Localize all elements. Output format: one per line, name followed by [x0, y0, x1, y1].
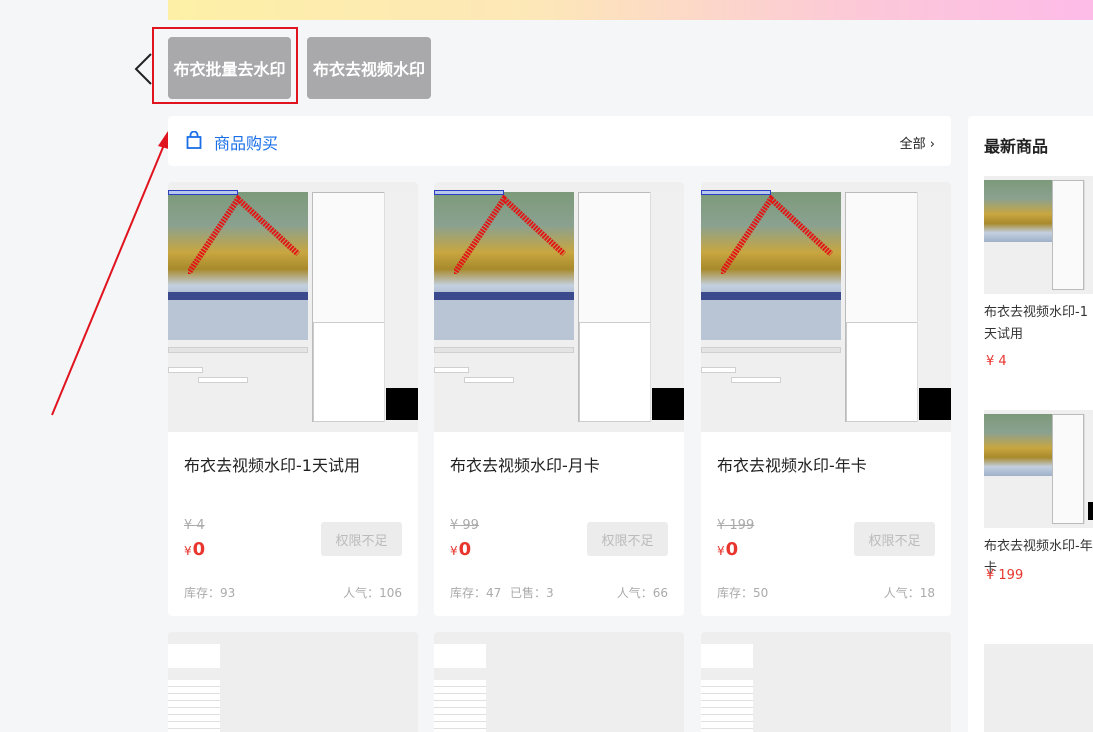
product-card[interactable]: 布衣去视频水印-1天试用 ¥ 4 ¥0 权限不足 库存：93 人气：106 [168, 182, 418, 616]
current-price: ¥0 [717, 539, 738, 560]
annotation-highlight-box [152, 27, 298, 104]
latest-product-thumbnail[interactable] [984, 410, 1093, 528]
price-value: 0 [458, 539, 472, 560]
popularity-count: 人气：18 [883, 586, 935, 600]
popularity-count: 人气：106 [343, 586, 402, 600]
product-card[interactable] [701, 632, 951, 732]
shopping-bag-icon [186, 131, 202, 149]
stock-count: 库存：93 [184, 586, 236, 600]
popularity-count: 人气：66 [616, 586, 668, 600]
latest-products-title: 最新商品 [984, 137, 1049, 156]
product-section-header: 商品购买 全部 › [168, 116, 951, 166]
sold-count: 已售：3 [510, 586, 554, 600]
product-thumbnail [701, 644, 753, 668]
currency-symbol: ¥ [450, 544, 458, 558]
buy-button-disabled[interactable]: 权限不足 [321, 522, 402, 556]
original-price: ¥ 199 [717, 518, 755, 533]
latest-product-name[interactable]: 布衣去视频水印-1天试用 [984, 302, 1093, 346]
buy-button-disabled[interactable]: 权限不足 [854, 522, 935, 556]
category-tab-video-watermark[interactable]: 布衣去视频水印 [307, 37, 431, 99]
buy-button-disabled[interactable]: 权限不足 [587, 522, 668, 556]
original-price: ¥ 4 [184, 518, 205, 533]
latest-product-thumbnail[interactable] [984, 176, 1093, 294]
view-all-link[interactable]: 全部 › [900, 133, 935, 152]
product-card[interactable]: 布衣去视频水印-月卡 ¥ 99 ¥0 权限不足 库存：47 已售：3 人气：66 [434, 182, 684, 616]
product-thumbnail [701, 182, 951, 432]
product-thumbnail [434, 644, 486, 668]
latest-products-panel: 最新商品 布衣去视频水印-1天试用 ¥ 4 布衣去视频水印-年卡 ¥ 199 [968, 116, 1093, 732]
latest-product-price: ¥ 4 [986, 354, 1007, 369]
current-price: ¥0 [184, 539, 205, 560]
product-thumbnail [168, 182, 418, 432]
product-thumbnail [168, 644, 220, 668]
section-title: 商品购买 [214, 134, 279, 153]
product-card[interactable] [434, 632, 684, 732]
original-price: ¥ 99 [450, 518, 479, 533]
currency-symbol: ¥ [184, 544, 192, 558]
price-value: 0 [192, 539, 206, 560]
product-name[interactable]: 布衣去视频水印-月卡 [450, 452, 600, 476]
product-name[interactable]: 布衣去视频水印-年卡 [717, 452, 867, 476]
product-card[interactable]: 布衣去视频水印-年卡 ¥ 199 ¥0 权限不足 库存：50 人气：18 [701, 182, 951, 616]
stock-count: 库存：47 [450, 586, 502, 600]
stock-count: 库存：50 [717, 586, 769, 600]
product-thumbnail [434, 182, 684, 432]
latest-product-thumbnail[interactable] [984, 644, 1093, 732]
product-card[interactable] [168, 632, 418, 732]
top-banner-strip [168, 0, 1093, 20]
product-name[interactable]: 布衣去视频水印-1天试用 [184, 452, 360, 476]
currency-symbol: ¥ [717, 544, 725, 558]
current-price: ¥0 [450, 539, 471, 560]
latest-product-price: ¥ 199 [986, 568, 1024, 583]
price-value: 0 [725, 539, 739, 560]
